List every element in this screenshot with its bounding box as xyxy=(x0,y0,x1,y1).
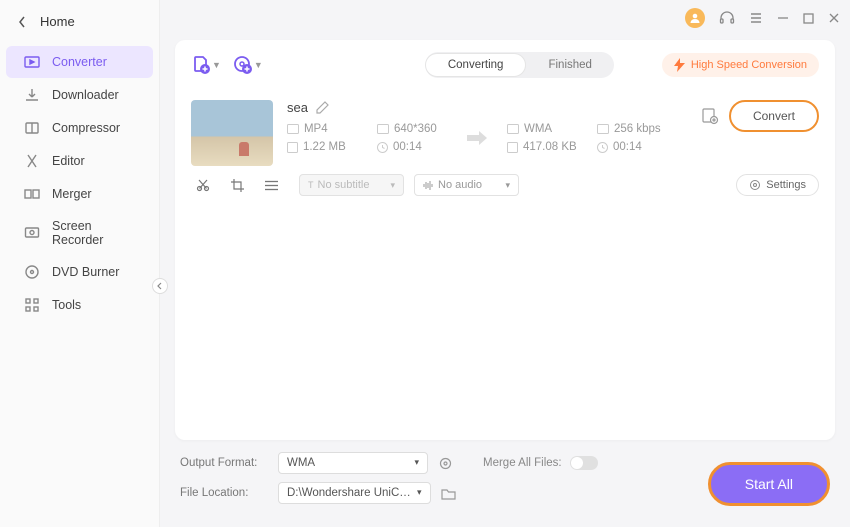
headset-icon[interactable] xyxy=(719,10,735,26)
sidebar-item-merger[interactable]: Merger xyxy=(6,178,153,210)
open-folder-icon[interactable] xyxy=(441,487,456,500)
trim-icon[interactable] xyxy=(191,174,215,196)
chevron-left-icon xyxy=(18,16,26,28)
dst-duration: 00:14 xyxy=(613,141,642,153)
sidebar-item-downloader[interactable]: Downloader xyxy=(6,79,153,111)
screen-recorder-icon xyxy=(24,225,40,241)
audio-value: No audio xyxy=(438,179,482,191)
sidebar-item-tools[interactable]: Tools xyxy=(6,289,153,321)
subtitle-select[interactable]: TNo subtitle ▾ xyxy=(299,174,404,196)
dst-format: WMA xyxy=(524,123,552,135)
edit-name-icon[interactable] xyxy=(316,101,329,114)
chevron-down-icon: ▾ xyxy=(414,457,419,469)
settings-label: Settings xyxy=(766,179,806,191)
file-location-label: File Location: xyxy=(180,487,268,499)
bottom-bar: Output Format: WMA ▾ Merge All Files: Fi… xyxy=(180,452,830,512)
sidebar-item-dvd-burner[interactable]: DVD Burner xyxy=(6,256,153,288)
arrow-icon xyxy=(467,131,507,145)
sidebar-item-converter[interactable]: Converter xyxy=(6,46,153,78)
sidebar-home[interactable]: Home xyxy=(0,0,159,43)
src-format: MP4 xyxy=(304,123,328,135)
maximize-icon[interactable] xyxy=(803,13,814,24)
file-location-value: D:\Wondershare UniConverter 1 xyxy=(287,487,417,499)
output-format-label: Output Format: xyxy=(180,457,268,469)
converter-icon xyxy=(24,54,40,70)
settings-button[interactable]: Settings xyxy=(736,174,819,196)
dvd-burner-icon xyxy=(24,264,40,280)
chevron-down-icon: ▾ xyxy=(505,180,510,191)
sidebar-collapse-button[interactable] xyxy=(152,278,168,294)
sidebar-item-label: Compressor xyxy=(52,121,120,135)
sidebar-item-label: Converter xyxy=(52,55,107,69)
sidebar-item-label: DVD Burner xyxy=(52,265,119,279)
high-speed-badge[interactable]: High Speed Conversion xyxy=(662,53,819,77)
menu-icon[interactable] xyxy=(749,11,763,25)
chevron-down-icon: ▾ xyxy=(390,180,395,191)
output-format-select[interactable]: WMA ▾ xyxy=(278,452,428,474)
audio-select[interactable]: No audio ▾ xyxy=(414,174,519,196)
file-thumbnail[interactable] xyxy=(191,100,273,166)
sidebar: Home Converter Downloader Compressor Edi… xyxy=(0,0,160,527)
user-avatar[interactable] xyxy=(685,8,705,28)
file-row: sea MP4 640*360 WMA 256 kbps 1.22 MB 00:… xyxy=(191,98,819,204)
sidebar-item-label: Tools xyxy=(52,298,81,312)
minimize-icon[interactable] xyxy=(777,12,789,24)
sidebar-item-compressor[interactable]: Compressor xyxy=(6,112,153,144)
output-format-value: WMA xyxy=(287,457,315,469)
tab-group: Converting Finished xyxy=(425,52,614,78)
sidebar-item-label: Editor xyxy=(52,154,85,168)
compressor-icon xyxy=(24,120,40,136)
crop-icon[interactable] xyxy=(225,174,249,196)
subtitle-value: No subtitle xyxy=(318,179,370,191)
sidebar-item-label: Merger xyxy=(52,187,92,201)
tab-finished[interactable]: Finished xyxy=(526,54,613,76)
tools-icon xyxy=(24,297,40,313)
home-label: Home xyxy=(40,14,75,29)
high-speed-label: High Speed Conversion xyxy=(691,59,807,71)
merge-label: Merge All Files: xyxy=(483,457,562,469)
output-settings-icon[interactable] xyxy=(701,107,719,125)
file-name: sea xyxy=(287,100,308,115)
output-settings-icon[interactable] xyxy=(438,456,453,471)
add-file-button[interactable]: ▼ xyxy=(191,55,221,75)
merger-icon xyxy=(24,186,40,202)
dst-size: 417.08 KB xyxy=(523,141,577,153)
chevron-down-icon: ▾ xyxy=(417,487,422,499)
sidebar-item-label: Screen Recorder xyxy=(52,219,135,247)
sidebar-item-label: Downloader xyxy=(52,88,119,102)
convert-button[interactable]: Convert xyxy=(729,100,819,132)
lightning-icon xyxy=(674,58,685,72)
main-panel: ▼ ▼ Converting Finished High Speed Conve… xyxy=(175,40,835,440)
add-dvd-button[interactable]: ▼ xyxy=(233,55,263,75)
downloader-icon xyxy=(24,87,40,103)
start-all-button[interactable]: Start All xyxy=(708,462,830,506)
src-resolution: 640*360 xyxy=(394,123,437,135)
sidebar-item-screen-recorder[interactable]: Screen Recorder xyxy=(6,211,153,255)
sidebar-item-editor[interactable]: Editor xyxy=(6,145,153,177)
dst-bitrate: 256 kbps xyxy=(614,123,661,135)
editor-icon xyxy=(24,153,40,169)
effects-icon[interactable] xyxy=(259,174,283,196)
tab-converting[interactable]: Converting xyxy=(425,53,527,77)
file-location-select[interactable]: D:\Wondershare UniConverter 1 ▾ xyxy=(278,482,431,504)
src-duration: 00:14 xyxy=(393,141,422,153)
src-size: 1.22 MB xyxy=(303,141,346,153)
close-icon[interactable] xyxy=(828,12,840,24)
merge-toggle[interactable] xyxy=(570,456,598,470)
